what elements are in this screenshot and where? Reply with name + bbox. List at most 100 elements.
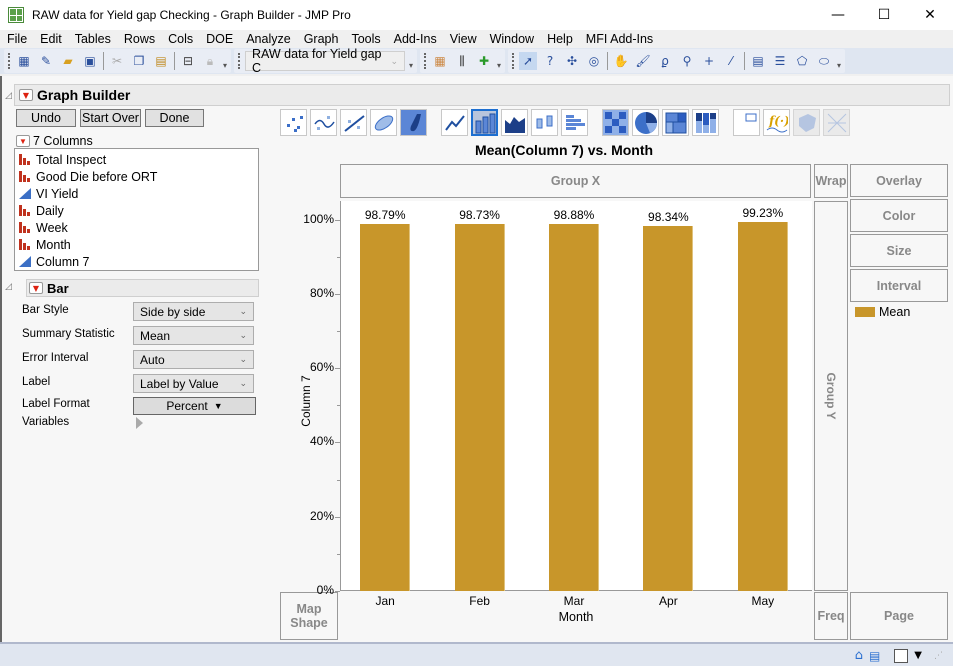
done-button[interactable]: Done — [145, 109, 204, 127]
treemap-element-icon[interactable] — [662, 109, 689, 136]
column-item[interactable]: Daily — [19, 202, 258, 219]
interval-zone[interactable]: Interval — [850, 269, 948, 302]
menu-edit[interactable]: Edit — [33, 32, 68, 46]
red-triangle-menu-icon[interactable]: ▼ — [19, 89, 33, 101]
copy-icon[interactable]: ❐ — [130, 52, 148, 70]
bar-may[interactable] — [737, 222, 788, 591]
bar-apr[interactable] — [643, 225, 694, 591]
start-over-button[interactable]: Start Over — [80, 109, 141, 127]
red-triangle-menu-icon[interactable]: ▼ — [16, 135, 30, 147]
annotate-tool-icon[interactable]: ▤ — [749, 52, 767, 70]
label-select[interactable]: Label by Value ⌄ — [133, 374, 254, 393]
lock-icon[interactable]: 🔒︎ — [201, 52, 219, 70]
toolbar-overflow-icon[interactable]: ▾ — [223, 61, 227, 70]
ellipse-element-icon[interactable] — [370, 109, 397, 136]
ellipse-tool-icon[interactable]: ⬭ — [815, 52, 833, 70]
heatmap-element-icon[interactable] — [602, 109, 629, 136]
menu-add-ins[interactable]: Add-Ins — [387, 32, 443, 46]
menu-doe[interactable]: DOE — [199, 32, 239, 46]
data-table-combo[interactable]: RAW data for Yield gap C ⌄ — [245, 47, 406, 75]
map-shapes-element-icon[interactable] — [793, 109, 820, 136]
minimize-button[interactable]: — — [815, 0, 861, 30]
summary-statistic-select[interactable]: Mean ⌄ — [133, 326, 254, 345]
toolbar-overflow-icon[interactable]: ▾ — [837, 61, 841, 70]
column-item[interactable]: Column 7 — [19, 253, 258, 270]
menu-mfi-add-ins[interactable]: MFI Add-Ins — [579, 32, 659, 46]
menu-cols[interactable]: Cols — [161, 32, 199, 46]
bar-feb[interactable] — [454, 224, 505, 591]
dropdown-arrow-icon[interactable]: ▼ — [914, 650, 922, 661]
expand-variables-icon[interactable] — [136, 417, 143, 429]
new-script-icon[interactable]: ✎ — [37, 52, 55, 70]
data-table-list-icon[interactable]: ▤ — [869, 649, 880, 663]
toolbar-overflow-icon[interactable]: ▾ — [409, 61, 413, 70]
label-format-button[interactable]: Percent ▼ — [133, 397, 256, 415]
resize-grip-icon[interactable]: ⋰ — [934, 651, 943, 661]
lasso-tool-icon[interactable]: ϼ — [656, 52, 674, 70]
toolbar-overflow-icon[interactable]: ▾ — [497, 61, 501, 70]
freq-zone[interactable]: Freq — [814, 592, 848, 640]
box-plot-element-icon[interactable] — [531, 109, 558, 136]
magnifier-tool-icon[interactable]: ⚲ — [678, 52, 696, 70]
line-of-fit-element-icon[interactable] — [340, 109, 367, 136]
bar-jan[interactable] — [360, 224, 411, 591]
save-icon[interactable]: ▣ — [81, 52, 99, 70]
data-table-icon[interactable]: ▦ — [431, 52, 449, 70]
line-element-icon[interactable] — [441, 109, 468, 136]
error-interval-select[interactable]: Auto ⌄ — [133, 350, 254, 369]
column-item[interactable]: Week — [19, 219, 258, 236]
columns-viewer-icon[interactable]: ⫼ — [453, 52, 471, 70]
points-element-icon[interactable] — [280, 109, 307, 136]
map-shape-zone[interactable]: Map Shape — [280, 592, 338, 640]
maximize-button[interactable]: ☐ — [861, 0, 907, 30]
group-x-zone[interactable]: Group X — [340, 164, 811, 198]
bar-mar[interactable] — [549, 223, 599, 591]
area-element-icon[interactable] — [501, 109, 528, 136]
overlay-zone[interactable]: Overlay — [850, 164, 948, 197]
wrap-zone[interactable]: Wrap — [814, 164, 848, 198]
help-tool-icon[interactable]: ? — [541, 52, 559, 70]
menu-rows[interactable]: Rows — [117, 32, 161, 46]
new-data-table-icon[interactable]: ▦ — [15, 52, 33, 70]
x-axis-label[interactable]: Month — [546, 610, 606, 624]
toolbar-grip[interactable] — [238, 53, 241, 69]
bar-style-select[interactable]: Side by side ⌄ — [133, 302, 254, 321]
group-y-zone[interactable]: Group Y — [814, 201, 848, 591]
color-zone[interactable]: Color — [850, 199, 948, 232]
menu-analyze[interactable]: Analyze — [239, 32, 296, 46]
toolbar-grip[interactable] — [8, 53, 11, 69]
column-item[interactable]: VI Yield — [19, 185, 258, 202]
menu-tools[interactable]: Tools — [344, 32, 386, 46]
red-triangle-menu-icon[interactable]: ▼ — [29, 282, 43, 294]
pie-element-icon[interactable] — [632, 109, 659, 136]
hand-tool-icon[interactable]: ✋ — [612, 52, 630, 70]
selection-tool-icon[interactable]: ✣ — [563, 52, 581, 70]
formula-element-icon[interactable]: f(·) — [763, 109, 790, 136]
crosshair-tool-icon[interactable]: ◎ — [585, 52, 603, 70]
brush-tool-icon[interactable]: 🖌︎ — [634, 52, 652, 70]
menu-view[interactable]: View — [443, 32, 483, 46]
column-item[interactable]: Month — [19, 236, 258, 253]
open-folder-icon[interactable]: ▰ — [59, 52, 77, 70]
histogram-element-icon[interactable] — [561, 109, 588, 136]
toolbar-grip[interactable] — [512, 53, 515, 69]
menu-window[interactable]: Window — [483, 32, 540, 46]
add-graph-icon[interactable]: ✚ — [475, 52, 493, 70]
menu-tables[interactable]: Tables — [68, 32, 117, 46]
home-icon[interactable]: ⌂ — [855, 648, 863, 663]
parallel-element-icon[interactable] — [823, 109, 850, 136]
menu-help[interactable]: Help — [540, 32, 579, 46]
polygon-tool-icon[interactable]: ⬠ — [793, 52, 811, 70]
line-arrow-tool-icon[interactable]: ☰ — [771, 52, 789, 70]
smoother-element-icon[interactable] — [310, 109, 337, 136]
line-tool-icon[interactable]: ⁄ — [722, 52, 740, 70]
undo-button[interactable]: Undo — [16, 109, 76, 127]
menu-file[interactable]: File — [0, 32, 33, 46]
disclosure-icon[interactable]: ◿ — [5, 91, 12, 101]
caption-box-element-icon[interactable] — [733, 109, 760, 136]
menu-graph[interactable]: Graph — [297, 32, 345, 46]
page-zone[interactable]: Page — [850, 592, 948, 640]
column-item[interactable]: Good Die before ORT — [19, 168, 258, 185]
contour-element-icon[interactable] — [400, 109, 427, 136]
column-item[interactable]: Total Inspect — [19, 151, 258, 168]
